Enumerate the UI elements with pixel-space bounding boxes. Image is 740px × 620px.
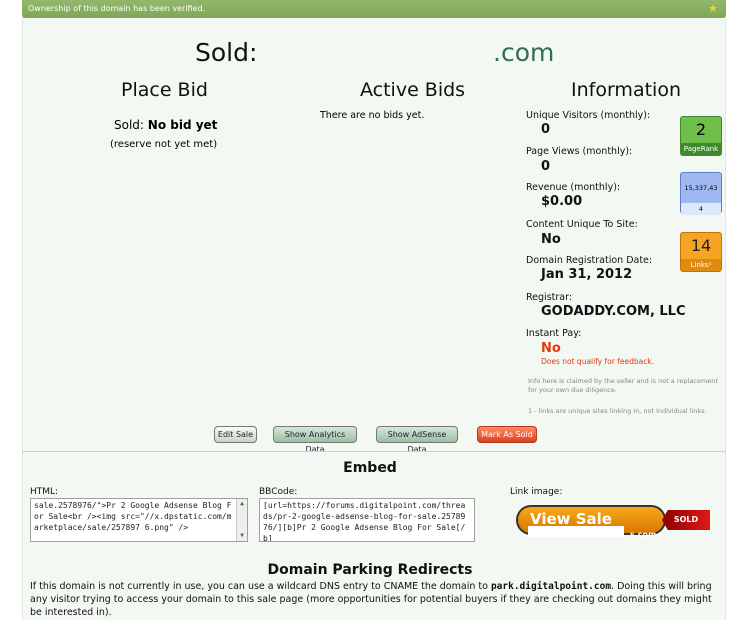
embed-heading: Embed — [343, 460, 397, 476]
view-sale-domain: s.com — [630, 530, 657, 539]
parking-heading: Domain Parking Redirects — [267, 562, 473, 578]
bbcode-textarea[interactable]: [url=https://forums.digitalpoint.com/thr… — [259, 498, 475, 542]
info-value-registrar: GODADDY.COM, LLC — [541, 304, 686, 319]
active-bids-heading: Active Bids — [360, 79, 466, 101]
view-sale-domain-mask — [528, 526, 624, 537]
bid-status-prefix: Sold: — [114, 118, 144, 132]
alexa-value: 15,337,43 — [684, 184, 718, 192]
reserve-status: (reserve not yet met) — [110, 139, 218, 150]
feedback-note: Does not qualify for feedback. — [541, 357, 655, 366]
sold-tag: SOLD — [662, 510, 710, 530]
alexa-badge: 15,337,43 4 — [680, 172, 722, 215]
show-adsense-button[interactable]: Show AdSense Data — [376, 426, 458, 454]
info-value-registration-date: Jan 31, 2012 — [541, 267, 633, 282]
seller-disclaimer: Info here is claimed by the seller and i… — [528, 377, 718, 394]
verification-notice: Ownership of this domain has been verifi… — [22, 0, 726, 18]
info-label-page-views: Page Views (monthly): — [526, 146, 633, 157]
parking-text-before: If this domain is not currently in use, … — [30, 581, 491, 592]
info-value-revenue: $0.00 — [541, 194, 583, 209]
info-value-unique-visitors: 0 — [541, 122, 551, 137]
info-label-unique-visitors: Unique Visitors (monthly): — [526, 110, 651, 121]
parking-host: park.digitalpoint.com — [490, 581, 612, 592]
page-title: Sold: .com — [0, 38, 740, 68]
info-label-content-unique: Content Unique To Site: — [526, 219, 638, 230]
html-scrollbar[interactable]: ▲ ▼ — [236, 499, 247, 541]
mark-as-sold-button[interactable]: Mark As Sold — [477, 426, 537, 443]
place-bid-heading: Place Bid — [121, 79, 208, 101]
pagerank-badge: 2 PageRank — [680, 116, 722, 156]
parking-description: If this domain is not currently in use, … — [30, 580, 718, 619]
info-value-content-unique: No — [541, 232, 561, 247]
info-label-revenue: Revenue (monthly): — [526, 182, 621, 193]
info-label-registrar: Registrar: — [526, 292, 573, 303]
information-heading: Information — [571, 79, 681, 101]
links-caption: Links¹ — [681, 259, 721, 271]
info-label-instant-pay: Instant Pay: — [526, 328, 582, 339]
section-divider — [22, 451, 726, 452]
scroll-down-icon[interactable]: ▼ — [237, 531, 247, 541]
links-footnote: 1 - links are unique sites linking in, n… — [528, 407, 707, 415]
html-code-textarea[interactable]: sale.2578976/">Pr 2 Google Adsense Blog … — [30, 498, 248, 542]
edit-sale-button[interactable]: Edit Sale — [214, 426, 257, 443]
pagerank-caption: PageRank — [681, 143, 721, 155]
html-code: sale.2578976/">Pr 2 Google Adsense Blog … — [34, 501, 232, 532]
show-analytics-button[interactable]: Show Analytics Data — [273, 426, 357, 454]
info-value-instant-pay: No — [541, 341, 561, 356]
no-bids-message: There are no bids yet. — [320, 110, 425, 121]
links-badge: 14 Links¹ — [680, 232, 722, 272]
html-label: HTML: — [30, 487, 59, 497]
scroll-up-icon[interactable]: ▲ — [237, 499, 247, 509]
bbcode-code: [url=https://forums.digitalpoint.com/thr… — [263, 501, 466, 542]
view-sale-image[interactable]: View Sale s.com — [516, 505, 666, 539]
title-label: Sold: — [195, 38, 258, 67]
info-label-registration-date: Domain Registration Date: — [526, 255, 653, 266]
bid-status-value: No bid yet — [147, 118, 218, 132]
pagerank-value: 2 — [695, 120, 707, 139]
info-value-page-views: 0 — [541, 159, 551, 174]
title-domain: .com — [493, 38, 555, 67]
alexa-caption: 4 — [681, 203, 721, 215]
links-value: 14 — [690, 236, 712, 255]
star-icon[interactable]: ★ — [708, 3, 720, 15]
link-image-label: Link image: — [510, 487, 563, 497]
notice-text: Ownership of this domain has been verifi… — [28, 4, 206, 13]
bid-status: Sold: No bid yet — [114, 118, 217, 132]
bbcode-label: BBCode: — [259, 487, 298, 497]
